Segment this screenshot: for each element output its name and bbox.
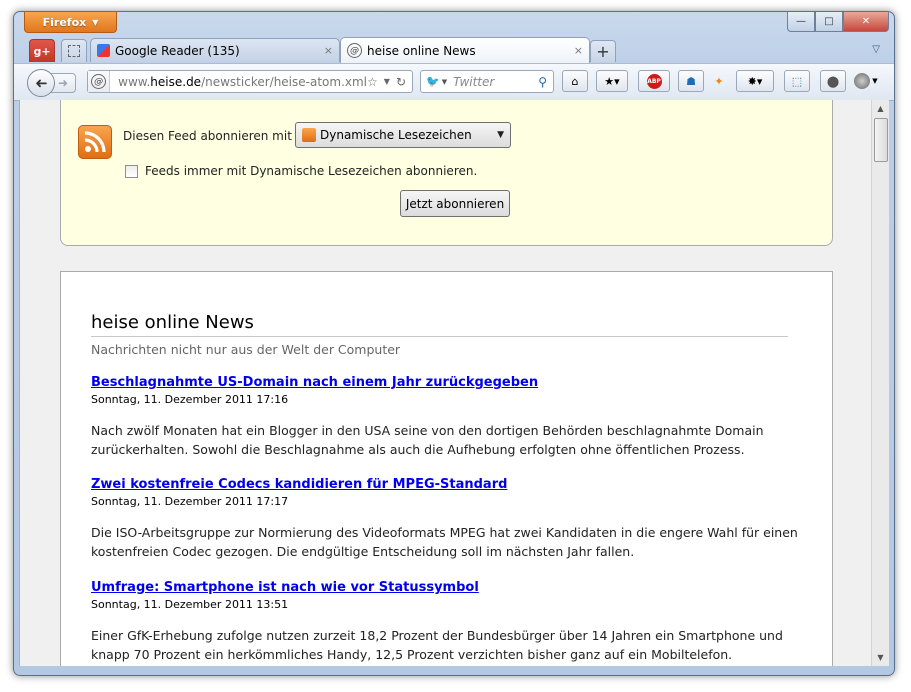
- firefox-menu-label: Firefox: [42, 15, 87, 29]
- chevron-down-icon: ▼: [92, 17, 99, 27]
- tab-list-chevron-icon[interactable]: ▽: [872, 44, 880, 55]
- rss-feed-icon: [302, 128, 316, 142]
- browser-window: Firefox ▼ — □ ✕ g+ Google Reader (135) ×…: [13, 11, 895, 676]
- sync-button[interactable]: ⬤: [820, 70, 846, 92]
- entry-summary: Nach zwölf Monaten hat ein Blogger in de…: [91, 423, 764, 457]
- minimize-button[interactable]: —: [787, 12, 815, 32]
- adblock-plus-icon: ABP: [646, 73, 662, 89]
- firefox-menu-button[interactable]: Firefox ▼: [24, 12, 117, 33]
- search-input[interactable]: Twitter: [453, 75, 538, 89]
- avatar-icon: [854, 73, 871, 89]
- chevron-down-icon: ▼: [441, 77, 448, 86]
- fox-extension-icon: ✦: [714, 74, 724, 88]
- history-dropdown-icon[interactable]: ▼: [384, 77, 390, 86]
- feed-entry: Umfrage: Smartphone ist nach wie vor Sta…: [91, 580, 801, 664]
- feed-body: heise online News Nachrichten nicht nur …: [60, 271, 833, 666]
- always-subscribe-row: Feeds immer mit Dynamische Lesezeichen a…: [125, 164, 477, 178]
- entry-title-link[interactable]: Umfrage: Smartphone ist nach wie vor Sta…: [91, 580, 801, 595]
- tab-google-reader[interactable]: Google Reader (135) ×: [90, 38, 340, 62]
- page-content: Diesen Feed abonnieren mit Dynamische Le…: [19, 100, 872, 666]
- site-identity-icon: @: [91, 74, 107, 89]
- entry-date: Sonntag, 11. Dezember 2011 17:16: [91, 393, 289, 406]
- back-forward-group: ➜ ➜: [27, 69, 79, 97]
- tab-title: Google Reader (135): [115, 43, 240, 58]
- chevron-down-icon: ▼: [497, 130, 504, 140]
- sync-icon: ⬤: [826, 74, 840, 88]
- subscribe-label: Diesen Feed abonnieren mit: [123, 129, 292, 143]
- bookmark-star-icon[interactable]: ☆: [367, 75, 378, 89]
- adblock-plus-button[interactable]: ABP: [638, 70, 670, 92]
- greasemonkey-button[interactable]: ✸▾: [736, 70, 774, 92]
- navigation-toolbar: ➜ ➜ @ www.heise.de/newsticker/heise-atom…: [14, 63, 894, 101]
- scroll-down-arrow-icon[interactable]: ▼: [872, 649, 889, 666]
- site-identity-button[interactable]: @: [88, 71, 111, 92]
- feed-entry: Beschlagnahmte US-Domain nach einem Jahr…: [91, 375, 801, 459]
- feed-entry: Zwei kostenfreie Codecs kandidieren für …: [91, 477, 801, 561]
- ghost-icon: ☗: [686, 74, 696, 88]
- feed-reader-select[interactable]: Dynamische Lesezeichen ▼: [295, 122, 511, 148]
- tab-title: heise online News: [367, 43, 476, 58]
- always-subscribe-label[interactable]: Feeds immer mit Dynamische Lesezeichen a…: [145, 164, 477, 178]
- title-divider: [91, 336, 788, 337]
- arrow-right-icon: ➜: [57, 76, 69, 90]
- app-tab-blank[interactable]: [61, 39, 87, 62]
- scroll-thumb[interactable]: [874, 118, 888, 162]
- tab-close-icon[interactable]: ×: [574, 44, 583, 57]
- bookmarks-star-icon: ★▾: [604, 74, 620, 88]
- ghostery-button[interactable]: ☗: [678, 70, 704, 92]
- entry-summary: Die ISO-Arbeitsgruppe zur Normierung des…: [91, 525, 798, 559]
- scroll-up-arrow-icon[interactable]: ▲: [872, 100, 889, 117]
- entry-title-link[interactable]: Beschlagnahmte US-Domain nach einem Jahr…: [91, 375, 801, 390]
- arrow-left-icon: ➜: [34, 74, 48, 92]
- feed-subscribe-box: Diesen Feed abonnieren mit Dynamische Le…: [60, 100, 833, 246]
- reload-icon[interactable]: ↻: [396, 75, 406, 89]
- blank-page-icon: [68, 45, 80, 57]
- chevron-down-icon: ▼: [872, 77, 878, 85]
- rss-feed-icon: [78, 125, 112, 159]
- search-icon[interactable]: ⚲: [538, 75, 547, 89]
- monkey-icon: ✸▾: [747, 74, 763, 88]
- entry-date: Sonntag, 11. Dezember 2011 17:17: [91, 495, 289, 508]
- screenshot-button[interactable]: ⬚: [784, 70, 810, 92]
- twitter-bird-icon: 🐦: [426, 75, 440, 88]
- google-plus-icon: g+: [33, 44, 51, 58]
- profile-menu-button[interactable]: ▼: [850, 70, 882, 92]
- app-tab-google-plus[interactable]: g+: [29, 39, 55, 62]
- back-button[interactable]: ➜: [27, 69, 55, 97]
- entry-date: Sonntag, 11. Dezember 2011 13:51: [91, 598, 289, 611]
- url-bar[interactable]: @ www.heise.de/newsticker/heise-atom.xml…: [87, 70, 413, 93]
- url-text[interactable]: www.heise.de/newsticker/heise-atom.xml: [118, 75, 367, 89]
- cursor-select-icon: ⬚: [791, 74, 803, 88]
- entry-summary: Einer GfK-Erhebung zufolge nutzen zurzei…: [91, 628, 783, 662]
- tab-strip: g+ Google Reader (135) × @ heise online …: [14, 37, 894, 63]
- search-bar[interactable]: 🐦 ▼ Twitter ⚲: [420, 70, 554, 93]
- google-reader-icon: [97, 44, 110, 57]
- search-engine-selector[interactable]: 🐦 ▼: [426, 75, 447, 88]
- feed-subtitle: Nachrichten nicht nur aus der Welt der C…: [91, 342, 401, 357]
- bookmarks-menu-button[interactable]: ★▾: [596, 70, 628, 92]
- home-icon: ⌂: [571, 74, 579, 88]
- close-window-button[interactable]: ✕: [843, 12, 889, 32]
- heise-favicon-icon: @: [347, 43, 362, 58]
- tab-heise-online-news[interactable]: @ heise online News ×: [340, 37, 590, 63]
- window-controls: — □ ✕: [787, 12, 889, 32]
- home-button[interactable]: ⌂: [562, 70, 588, 92]
- entry-title-link[interactable]: Zwei kostenfreie Codecs kandidieren für …: [91, 477, 801, 492]
- always-subscribe-checkbox[interactable]: [125, 164, 138, 178]
- url-tools: ☆ ▼ ↻: [367, 75, 406, 89]
- maximize-button[interactable]: □: [815, 12, 843, 32]
- feed-title: heise online News: [91, 312, 254, 333]
- subscribe-now-button[interactable]: Jetzt abonnieren: [400, 190, 510, 217]
- extension-button[interactable]: ✦: [706, 70, 732, 92]
- new-tab-button[interactable]: +: [590, 40, 616, 62]
- tab-close-icon[interactable]: ×: [324, 44, 333, 57]
- feed-reader-selected: Dynamische Lesezeichen: [320, 128, 472, 142]
- vertical-scrollbar[interactable]: ▲ ▼: [871, 100, 889, 666]
